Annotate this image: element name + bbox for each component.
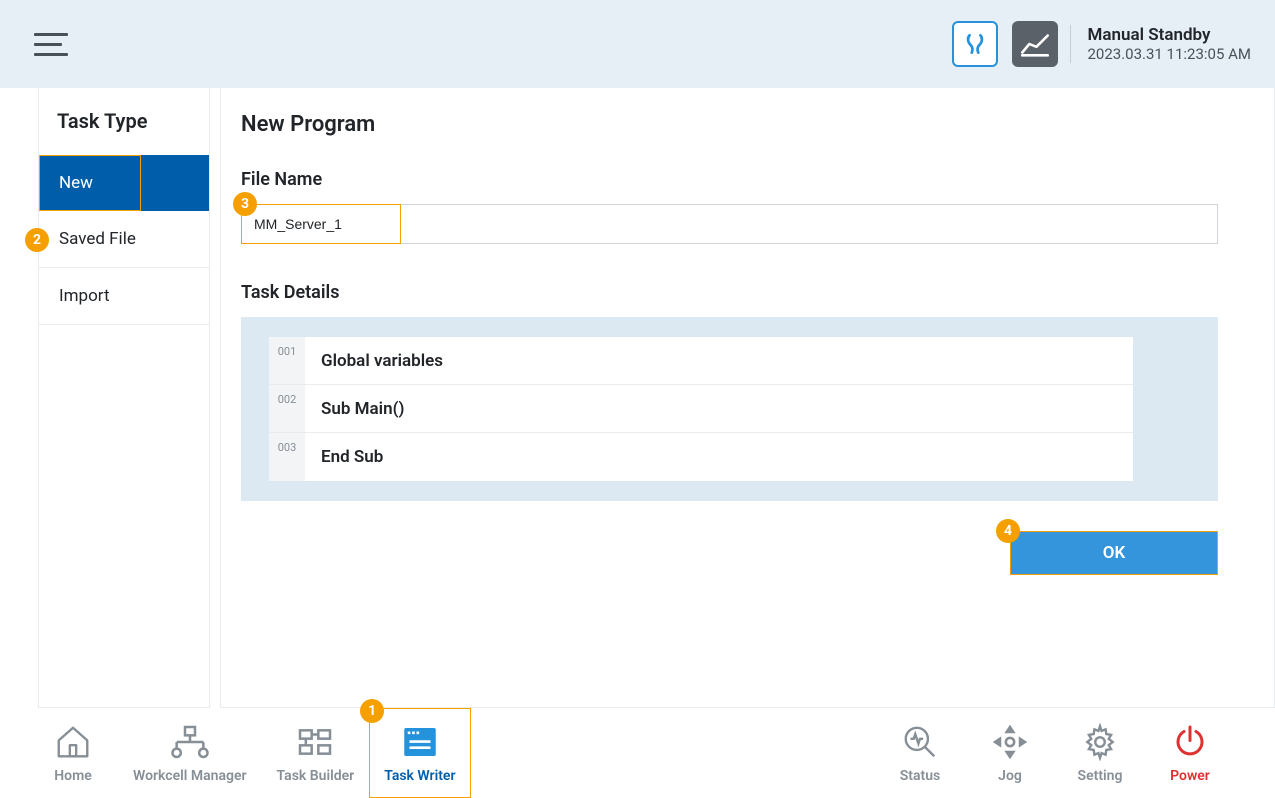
sidebar-item-label: New [59, 173, 93, 193]
nav-label: Power [1170, 768, 1210, 784]
nav-jog[interactable]: Jog [965, 708, 1055, 798]
sidebar-item-new[interactable]: New [39, 155, 209, 211]
taskdetails-label: Task Details [241, 282, 1218, 303]
nav-left: Home Workcell Manager [28, 708, 471, 798]
code-line-number: 002 [269, 385, 305, 432]
badge-3: 3 [233, 192, 257, 216]
ok-container: 4 OK [241, 501, 1218, 575]
header: Manual Standby 2023.03.31 11:23:05 AM [0, 0, 1275, 88]
code-row[interactable]: 002 Sub Main() [269, 385, 1133, 433]
status-icon [901, 723, 939, 761]
sidebar-item-savedfile[interactable]: Saved File [39, 211, 209, 268]
gripper-icon [962, 31, 988, 57]
sidebar: 2 Task Type New Saved File Import [38, 88, 210, 708]
status-timestamp: 2023.03.31 11:23:05 AM [1087, 45, 1251, 63]
page-title: New Program [241, 88, 1218, 169]
gear-icon [1081, 723, 1119, 761]
badge-4: 4 [996, 519, 1020, 543]
status-title: Manual Standby [1087, 25, 1251, 45]
content-panel: New Program File Name 3 Task Details 001… [220, 88, 1275, 708]
code-line-text: Sub Main() [305, 399, 404, 419]
ok-button-label: OK [1103, 543, 1126, 563]
nav-label: Jog [998, 768, 1022, 784]
nav-label: Status [900, 768, 940, 784]
nav-task-writer[interactable]: 1 Task Writer [369, 708, 470, 798]
workcell-icon [170, 722, 210, 762]
robot-hand-icon [1018, 27, 1052, 61]
nav-home[interactable]: Home [28, 708, 118, 798]
bottom-nav: Home Workcell Manager [0, 708, 1275, 798]
menu-icon[interactable] [34, 33, 68, 56]
code-line-number: 003 [269, 433, 305, 481]
badge-2: 2 [25, 228, 49, 252]
sidebar-title: Task Type [39, 88, 209, 155]
filename-input[interactable] [241, 204, 401, 244]
header-right: Manual Standby 2023.03.31 11:23:05 AM [952, 21, 1251, 67]
sidebar-item-label: Saved File [59, 229, 136, 249]
code-list: 001 Global variables 002 Sub Main() 003 … [269, 337, 1133, 481]
nav-power[interactable]: Power [1145, 708, 1235, 798]
robot-hand-button[interactable] [1012, 21, 1058, 67]
code-row[interactable]: 001 Global variables [269, 337, 1133, 385]
code-row[interactable]: 003 End Sub [269, 433, 1133, 481]
jog-icon [990, 722, 1030, 762]
task-builder-icon [295, 722, 335, 762]
badge-1: 1 [360, 699, 384, 723]
nav-label: Workcell Manager [133, 768, 247, 784]
power-icon [1172, 724, 1208, 760]
nav-label: Task Writer [384, 768, 455, 784]
nav-right: Status Jog Setting [875, 708, 1235, 798]
ok-button[interactable]: OK [1010, 531, 1218, 575]
sidebar-item-import[interactable]: Import [39, 268, 209, 325]
task-writer-icon [399, 721, 441, 763]
task-details-panel: 001 Global variables 002 Sub Main() 003 … [241, 317, 1218, 501]
code-line-text: Global variables [305, 351, 443, 371]
nav-label: Home [54, 768, 92, 784]
nav-workcell-manager[interactable]: Workcell Manager [118, 708, 262, 798]
nav-label: Task Builder [277, 768, 355, 784]
nav-setting[interactable]: Setting [1055, 708, 1145, 798]
nav-status[interactable]: Status [875, 708, 965, 798]
home-icon [54, 723, 92, 761]
filename-label: File Name [241, 169, 1218, 190]
nav-label: Setting [1078, 768, 1123, 784]
filename-rest[interactable] [401, 204, 1218, 244]
nav-task-builder[interactable]: Task Builder [262, 708, 370, 798]
gripper-tool-button[interactable] [952, 21, 998, 67]
main-area: 2 Task Type New Saved File Import New Pr… [0, 88, 1275, 708]
filename-wrapper: 3 [241, 204, 1218, 244]
code-line-text: End Sub [305, 447, 383, 467]
code-line-number: 001 [269, 337, 305, 384]
sidebar-item-label: Import [59, 286, 110, 306]
status-info: Manual Standby 2023.03.31 11:23:05 AM [1070, 25, 1251, 63]
